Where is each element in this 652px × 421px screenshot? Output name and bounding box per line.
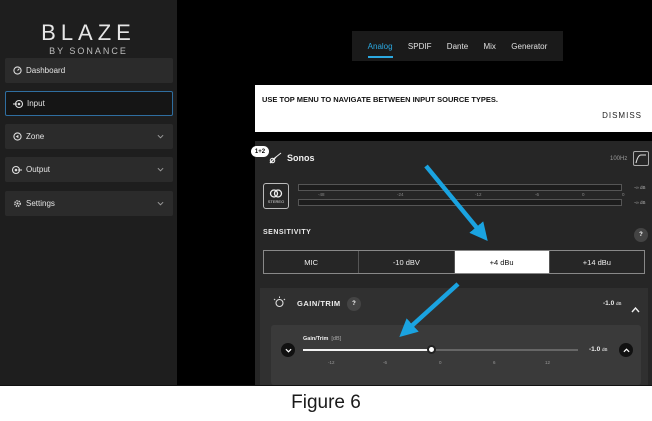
- dismiss-button[interactable]: DISMISS: [602, 111, 642, 120]
- chevron-down-icon: [284, 348, 292, 353]
- tab-analog[interactable]: Analog: [367, 31, 393, 61]
- app-screenshot: BLAZE BY SONANCE Dashboard Input Zone Ou…: [0, 0, 652, 385]
- sensitivity-help-button[interactable]: ?: [634, 228, 648, 242]
- gain-slider-panel: [271, 325, 641, 385]
- tab-generator[interactable]: Generator: [511, 31, 547, 61]
- gain-trim-heading: GAIN/TRIM: [297, 299, 341, 308]
- sidebar-item-settings[interactable]: Settings: [5, 191, 173, 216]
- source-name: Sonos: [287, 153, 315, 163]
- tab-dante[interactable]: Dante: [447, 31, 468, 61]
- sensitivity-option-14dbu[interactable]: +14 dBu: [550, 251, 644, 273]
- brand-name: BLAZE: [41, 20, 136, 45]
- figure-caption: Figure 6: [291, 392, 361, 413]
- gain-slider-value: -1.0 dB: [589, 346, 608, 353]
- brand-logo: BLAZE BY SONANCE: [0, 20, 177, 57]
- sidebar-item-label: Settings: [26, 199, 55, 208]
- stereo-toggle-button[interactable]: STEREO: [263, 183, 289, 209]
- input-source-tabs: Analog SPDIF Dante Mix Generator: [352, 31, 563, 61]
- gain-slider-unit: [dB]: [331, 336, 342, 342]
- brand-sub: BY SONANCE: [49, 46, 128, 56]
- sidebar-item-input[interactable]: Input: [5, 91, 173, 116]
- figure-divider: [0, 385, 652, 386]
- slider-tick: -6: [383, 360, 388, 365]
- gain-increase-button[interactable]: [619, 343, 633, 357]
- level-meter-left: [298, 184, 622, 191]
- tab-mix[interactable]: Mix: [483, 31, 495, 61]
- meter-tick: 0: [582, 192, 585, 197]
- gain-slider-fill: [303, 349, 431, 351]
- slider-tick: 12: [545, 360, 551, 365]
- gain-slider-label-text: Gain/Trim: [303, 336, 329, 342]
- sensitivity-selector: MIC -10 dBV +4 dBu +14 dBu: [263, 250, 645, 274]
- sensitivity-heading: SENSITIVITY: [263, 229, 312, 236]
- gain-slider-track[interactable]: [303, 345, 578, 354]
- meter-tick: -48: [318, 192, 325, 197]
- dashboard-icon: [12, 66, 22, 76]
- output-icon: [12, 165, 22, 175]
- gain-slider-value-number: -1.0: [589, 346, 601, 353]
- sidebar-item-output[interactable]: Output: [5, 157, 173, 182]
- filter-frequency: 100Hz: [610, 156, 628, 162]
- tab-spdif[interactable]: SPDIF: [408, 31, 432, 61]
- collapse-chevron-up-icon[interactable]: [631, 300, 640, 318]
- gain-value: -1.0 dB: [603, 300, 622, 307]
- gain-slider-value-unit: dB: [602, 347, 608, 352]
- sidebar-item-label: Zone: [26, 132, 45, 141]
- meter-tick: 0: [622, 192, 625, 197]
- gain-value-number: -1.0: [603, 300, 615, 307]
- high-pass-filter-icon: [635, 154, 646, 164]
- source-badge: 1+2: [251, 146, 269, 157]
- slider-tick: 6: [493, 360, 496, 365]
- meter-level-right: -∞ dB: [634, 200, 646, 205]
- sidebar-item-zone[interactable]: Zone: [5, 124, 173, 149]
- meter-level-left: -∞ dB: [634, 185, 646, 190]
- zone-icon: [12, 132, 22, 142]
- sensitivity-option-mic[interactable]: MIC: [264, 251, 360, 273]
- slider-tick: -12: [328, 360, 335, 365]
- sensitivity-option-4dbu[interactable]: +4 dBu: [454, 251, 550, 273]
- chevron-down-icon: [157, 199, 164, 208]
- chevron-down-icon: [157, 165, 164, 174]
- gain-value-unit: dB: [616, 301, 622, 306]
- gain-decrease-button[interactable]: [281, 343, 295, 357]
- banner-text: USE TOP MENU TO NAVIGATE BETWEEN INPUT S…: [262, 95, 499, 104]
- input-icon: [13, 99, 23, 109]
- slider-tick: 0: [439, 360, 442, 365]
- meter-tick: -24: [397, 192, 404, 197]
- sidebar: BLAZE BY SONANCE Dashboard Input Zone Ou…: [0, 0, 177, 385]
- guitar-icon: [269, 151, 283, 169]
- chevron-down-icon: [157, 132, 164, 141]
- stereo-icon: [269, 188, 283, 198]
- meter-tick: -6: [535, 192, 540, 197]
- sidebar-item-label: Input: [27, 99, 45, 108]
- info-banner: USE TOP MENU TO NAVIGATE BETWEEN INPUT S…: [255, 85, 652, 132]
- meter-tick: -12: [475, 192, 482, 197]
- level-meter-right: [298, 199, 622, 206]
- sidebar-item-label: Output: [26, 165, 51, 174]
- gain-knob-icon: [273, 296, 286, 314]
- chevron-up-icon: [622, 347, 630, 352]
- gain-slider-label: Gain/Trim [dB]: [303, 336, 341, 342]
- gain-slider-thumb[interactable]: [427, 345, 436, 354]
- high-pass-filter-button[interactable]: [633, 151, 649, 166]
- sidebar-item-label: Dashboard: [26, 66, 66, 75]
- sensitivity-option-10dbv[interactable]: -10 dBV: [359, 251, 455, 273]
- gain-help-button[interactable]: ?: [347, 297, 361, 311]
- gear-icon: [12, 199, 22, 209]
- sidebar-item-dashboard[interactable]: Dashboard: [5, 58, 173, 83]
- stereo-label: STEREO: [267, 198, 285, 204]
- figure-frame: BLAZE BY SONANCE Dashboard Input Zone Ou…: [0, 0, 652, 421]
